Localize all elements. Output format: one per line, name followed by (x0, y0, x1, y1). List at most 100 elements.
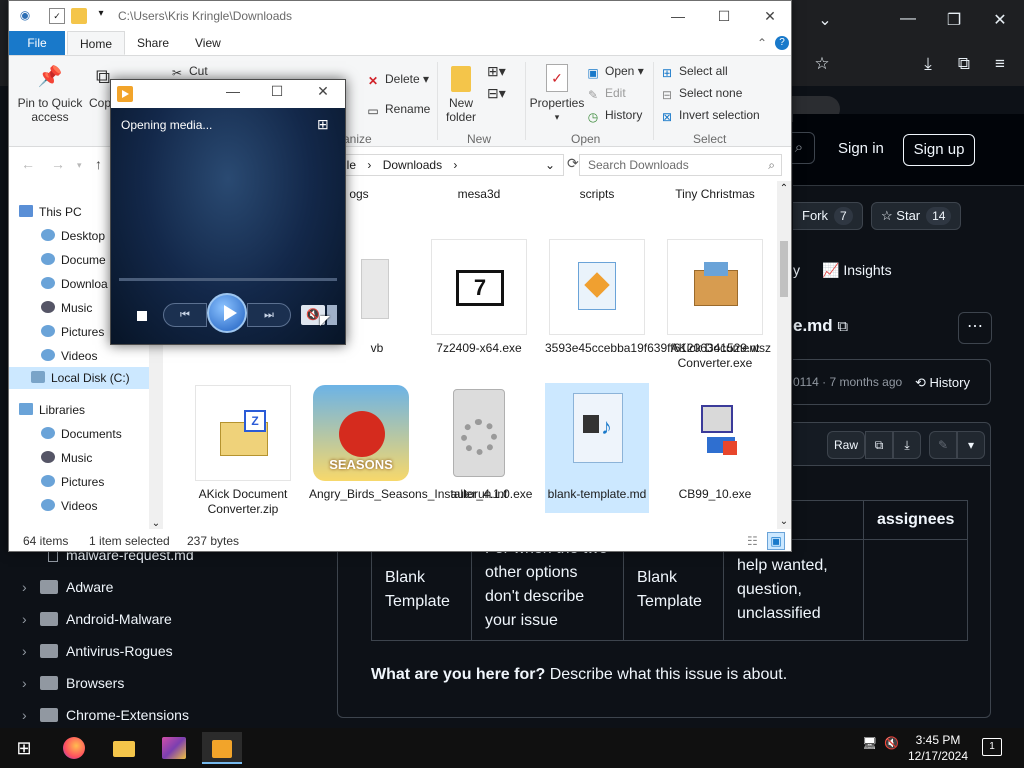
list-item[interactable]: 7 7z2409-x64.exe (427, 239, 531, 356)
windows-start-icon[interactable]: ⊞ (4, 732, 44, 764)
play-pause-button[interactable] (207, 293, 247, 333)
list-item[interactable]: mesa3d (427, 187, 531, 202)
collapse-ribbon-icon[interactable]: ⌃ (757, 31, 767, 55)
delete-button[interactable]: ✕ Delete ▾ (365, 72, 429, 88)
large-icons-view-icon[interactable]: ▣ (767, 532, 785, 550)
restore-button[interactable]: ❐ (942, 10, 966, 30)
rename-button[interactable]: ▭ Rename (365, 102, 430, 118)
properties-quick-icon[interactable]: ✓ (49, 8, 65, 24)
list-item[interactable]: AKick Document Converter.exe (663, 239, 767, 371)
tab-list-chevron-icon[interactable]: ⌄ (813, 10, 837, 30)
list-item[interactable]: autorun.inf (427, 385, 531, 502)
address-bar[interactable]: gle › Downloads › ⌄ (321, 154, 564, 176)
address-dropdown-icon[interactable]: ⌄ (545, 155, 555, 175)
scroll-up-icon[interactable]: ⌃ (777, 183, 791, 194)
seek-bar[interactable] (119, 278, 337, 281)
tree-folder-item[interactable]: › Android-Malware (22, 608, 172, 630)
nav-videos[interactable]: Videos (19, 345, 157, 367)
list-item[interactable]: SEASONS Angry_Birds_Seasons_Installer_4.… (309, 385, 532, 502)
tree-folder-item[interactable]: › Antivirus-Rogues (22, 640, 173, 662)
tree-folder-item[interactable]: › Browsers (22, 672, 124, 694)
easy-access-icon[interactable]: ⊟▾ (487, 86, 506, 100)
new-item-icon[interactable]: ⊞▾ (487, 64, 506, 78)
close-button[interactable]: ✕ (988, 10, 1012, 30)
next-icon[interactable]: ⏭ (247, 303, 291, 327)
close-button[interactable]: ✕ (303, 83, 343, 100)
list-item[interactable]: 3593e45ccebba19f639ff61206341529.wsz (545, 239, 771, 356)
tab-partial[interactable]: y (793, 262, 800, 278)
list-item[interactable]: Z AKick Document Converter.zip (191, 385, 295, 517)
select-all-button[interactable]: ⊞ Select all (659, 64, 728, 80)
list-item-selected[interactable]: ♪ blank-template.md (545, 383, 649, 513)
network-icon[interactable]: 🖥 (862, 736, 877, 750)
stop-icon[interactable] (137, 311, 147, 321)
list-item[interactable]: Tiny Christmas (663, 187, 767, 202)
breadcrumb-downloads[interactable]: Downloads (383, 158, 442, 172)
select-none-button[interactable]: ⊟ Select none (659, 86, 742, 102)
nav-lib-videos[interactable]: Videos (19, 495, 157, 517)
back-arrow-icon[interactable]: ← (21, 156, 35, 172)
nav-lib-music[interactable]: Music (19, 447, 157, 469)
sign-in-link[interactable]: Sign in (838, 140, 884, 157)
history-button[interactable]: ◷ History (585, 108, 643, 124)
bookmark-star-icon[interactable]: ☆ (810, 54, 834, 76)
file-list-scrollbar[interactable]: ⌃ ⌄ (777, 181, 791, 529)
customize-quick-access-icon[interactable]: ▾ (93, 8, 109, 24)
recent-locations-icon[interactable]: ▾ (77, 160, 82, 171)
scrollbar-thumb[interactable] (780, 241, 788, 297)
tree-folder-item[interactable]: › Adware (22, 576, 113, 598)
menu-icon[interactable]: ≡ (988, 54, 1012, 76)
extensions-icon[interactable]: ⧉ (952, 54, 976, 76)
minimize-button[interactable]: — (655, 5, 701, 29)
edit-button[interactable]: ✎ Edit (585, 86, 626, 102)
maximize-button[interactable]: ☐ (257, 83, 297, 100)
tab-view[interactable]: View (183, 31, 233, 55)
sign-up-button[interactable]: Sign up (903, 134, 975, 166)
nav-lib-documents[interactable]: Documents (19, 423, 157, 445)
more-options-button[interactable]: ⋯ (958, 312, 992, 344)
copy-path-icon[interactable]: ⧉ (837, 318, 848, 335)
firefox-icon[interactable] (54, 732, 94, 764)
tab-file[interactable]: File (9, 31, 65, 55)
close-button[interactable]: ✕ (747, 5, 793, 29)
edit-pencil-icon[interactable]: ✎ (929, 431, 957, 459)
winrar-archive-icon[interactable] (154, 732, 194, 764)
search-input[interactable]: Search Downloads ⌕ (579, 154, 782, 176)
help-icon[interactable]: ? (775, 36, 789, 50)
video-area[interactable]: Opening media... ⊞ ⏮ ⏭ 🔇 (111, 108, 345, 344)
properties-button[interactable]: ✓ Properties ▾ (529, 64, 585, 124)
refresh-icon[interactable]: ⟳ (567, 155, 579, 172)
list-item[interactable]: CB99_10.exe (663, 385, 767, 502)
fork-button[interactable]: Fork 7 (793, 202, 863, 230)
new-folder-button[interactable]: New folder (441, 66, 481, 124)
tab-insights[interactable]: 📈 Insights (822, 262, 892, 279)
nav-libraries[interactable]: Libraries (19, 399, 157, 421)
notification-center-icon[interactable]: 1 (982, 738, 1002, 756)
minimize-button[interactable]: — (896, 10, 920, 28)
nav-lib-pictures[interactable]: Pictures (19, 471, 157, 493)
maximize-button[interactable]: ☐ (701, 5, 747, 29)
file-explorer-icon[interactable] (104, 732, 144, 764)
volume-muted-icon[interactable]: 🔇 (884, 736, 899, 750)
downloads-icon[interactable]: ⤓ (916, 54, 940, 76)
raw-button[interactable]: Raw (827, 431, 865, 459)
nav-local-disk[interactable]: Local Disk (C:) (9, 367, 149, 389)
system-clock[interactable]: 3:45 PM 12/17/2024 (905, 732, 971, 764)
scroll-down-icon[interactable]: ⌄ (777, 516, 791, 527)
switch-to-library-icon[interactable]: ⊞ (317, 116, 329, 133)
up-arrow-icon[interactable]: ↑ (95, 156, 102, 172)
tree-folder-item[interactable]: › Chrome-Extensions (22, 704, 189, 726)
invert-selection-button[interactable]: ⊠ Invert selection (659, 108, 760, 124)
download-raw-icon[interactable]: ⤓ (893, 431, 921, 459)
tab-home[interactable]: Home (67, 31, 126, 55)
pin-quick-access-button[interactable]: 📌 Pin to Quick access (17, 67, 83, 124)
history-link[interactable]: ⟲ History (915, 375, 970, 391)
list-item[interactable]: scripts (545, 187, 649, 202)
star-button[interactable]: ☆ Star 14 (871, 202, 962, 230)
cut-button[interactable]: ✂ Cut (169, 64, 208, 80)
new-folder-quick-icon[interactable] (71, 8, 87, 24)
edit-dropdown-icon[interactable]: ▾ (957, 431, 985, 459)
minimize-button[interactable]: — (213, 83, 253, 99)
tab-share[interactable]: Share (125, 31, 181, 55)
open-button[interactable]: ▣ Open ▾ (585, 64, 643, 80)
